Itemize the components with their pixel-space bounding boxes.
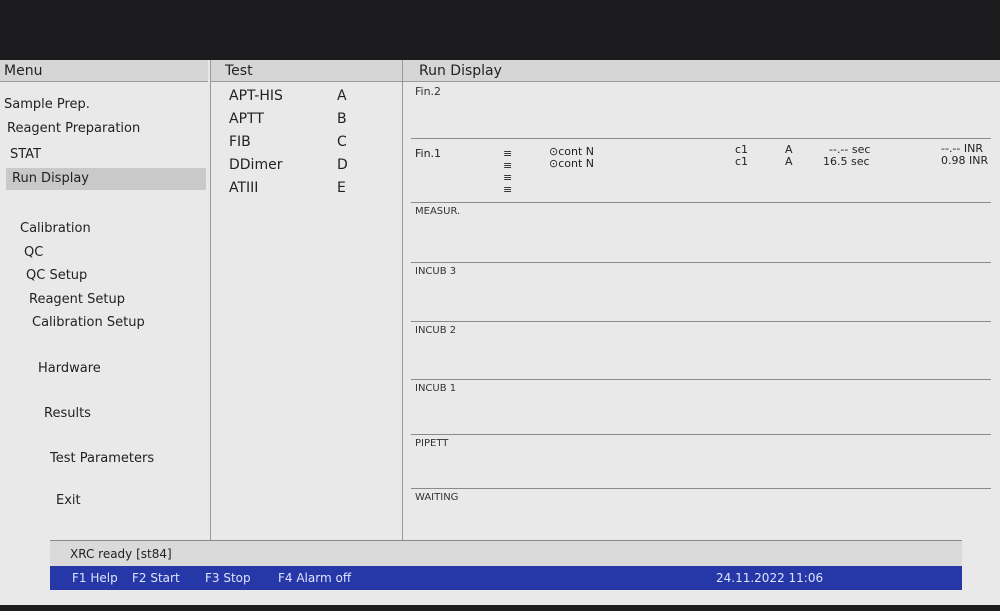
test-code: B [337,111,347,127]
incub2-label: INCUB 2 [415,325,457,336]
menu-item-qc[interactable]: QC [24,242,200,264]
menu-item-calibration[interactable]: Calibration [20,218,200,240]
test-header: Test [210,60,402,82]
menu-item-stat[interactable]: STAT [10,144,205,166]
cuvette: c1 [735,155,749,168]
f4-alarm-off-key[interactable]: F4 Alarm off [278,566,351,590]
fin2-label: Fin.2 [415,85,442,98]
incub1-label: INCUB 1 [415,383,457,394]
measur-label: MEASUR. [415,206,461,217]
test-code: A [337,88,347,104]
measur-panel: MEASUR. [411,202,991,261]
test-row-fib[interactable]: FIB C [229,134,389,156]
test-code: D [337,157,348,173]
incub2-panel: INCUB 2 [411,321,991,380]
function-key-bar: F1 Help F2 Start F3 Stop F4 Alarm off 24… [50,566,962,590]
status-message: XRC ready [st84] [70,547,172,561]
menu-item-exit[interactable]: Exit [56,490,196,512]
datetime-display: 24.11.2022 11:06 [716,571,824,585]
row-marker-icon: ≡ [503,183,513,196]
f2-start-key[interactable]: F2 Start [132,566,180,590]
clot-time: 16.5 sec [823,155,870,168]
f3-stop-key[interactable]: F3 Stop [205,566,251,590]
test-row-apt-his[interactable]: APT-HIS A [229,88,389,110]
menu-item-results[interactable]: Results [44,403,194,425]
test-name: DDimer [229,157,283,173]
test-code: E [337,180,346,196]
run-display-header: Run Display [402,60,1000,82]
test-row-atiii[interactable]: ATIII E [229,180,389,202]
incub1-panel: INCUB 1 [411,379,991,434]
fin2-panel: Fin.2 [411,82,991,138]
pipett-panel: PIPETT [411,434,991,489]
test-code: C [337,134,347,150]
waiting-panel: WAITING [411,488,991,545]
menu-header: Menu [0,60,208,82]
fin1-panel: Fin.1 ≡ ⊙cont N c1 A --.-- sec --.-- INR… [411,138,991,203]
menu-item-test-parameters[interactable]: Test Parameters [50,448,200,470]
result-value: 0.98 INR [941,154,989,167]
f1-help-key[interactable]: F1 Help [72,566,118,590]
instrument-screen: Menu Test Run Display Sample Prep. Reage… [0,60,1000,605]
test-name: APTT [229,111,264,127]
menu-panel: Sample Prep. Reagent Preparation STAT Ru… [0,82,208,547]
test-panel: APT-HIS A APTT B FIB C DDimer D ATIII E [210,82,401,547]
test-name: ATIII [229,180,259,196]
incub3-label: INCUB 3 [415,266,457,277]
menu-item-qc-setup[interactable]: QC Setup [26,265,200,287]
incub3-panel: INCUB 3 [411,262,991,321]
waiting-label: WAITING [415,492,459,503]
status-bar: XRC ready [st84] [50,540,962,567]
run-display-panel: Fin.2 Fin.1 ≡ ⊙cont N c1 A --.-- sec --.… [402,82,1000,547]
fin1-label: Fin.1 [415,147,442,160]
pipett-label: PIPETT [415,438,449,449]
test-name: FIB [229,134,251,150]
menu-item-run-display[interactable]: Run Display [6,168,206,190]
menu-item-reagent-setup[interactable]: Reagent Setup [29,289,200,311]
test-code: A [785,155,793,168]
test-name: APT-HIS [229,88,283,104]
test-row-ddimer[interactable]: DDimer D [229,157,389,179]
menu-item-calibration-setup[interactable]: Calibration Setup [32,312,200,334]
menu-item-hardware[interactable]: Hardware [38,358,198,380]
control-sample: ⊙cont N [549,157,595,170]
menu-item-sample-prep[interactable]: Sample Prep. [4,94,204,116]
test-row-aptt[interactable]: APTT B [229,111,389,133]
menu-item-reagent-preparation[interactable]: Reagent Preparation [7,118,207,140]
